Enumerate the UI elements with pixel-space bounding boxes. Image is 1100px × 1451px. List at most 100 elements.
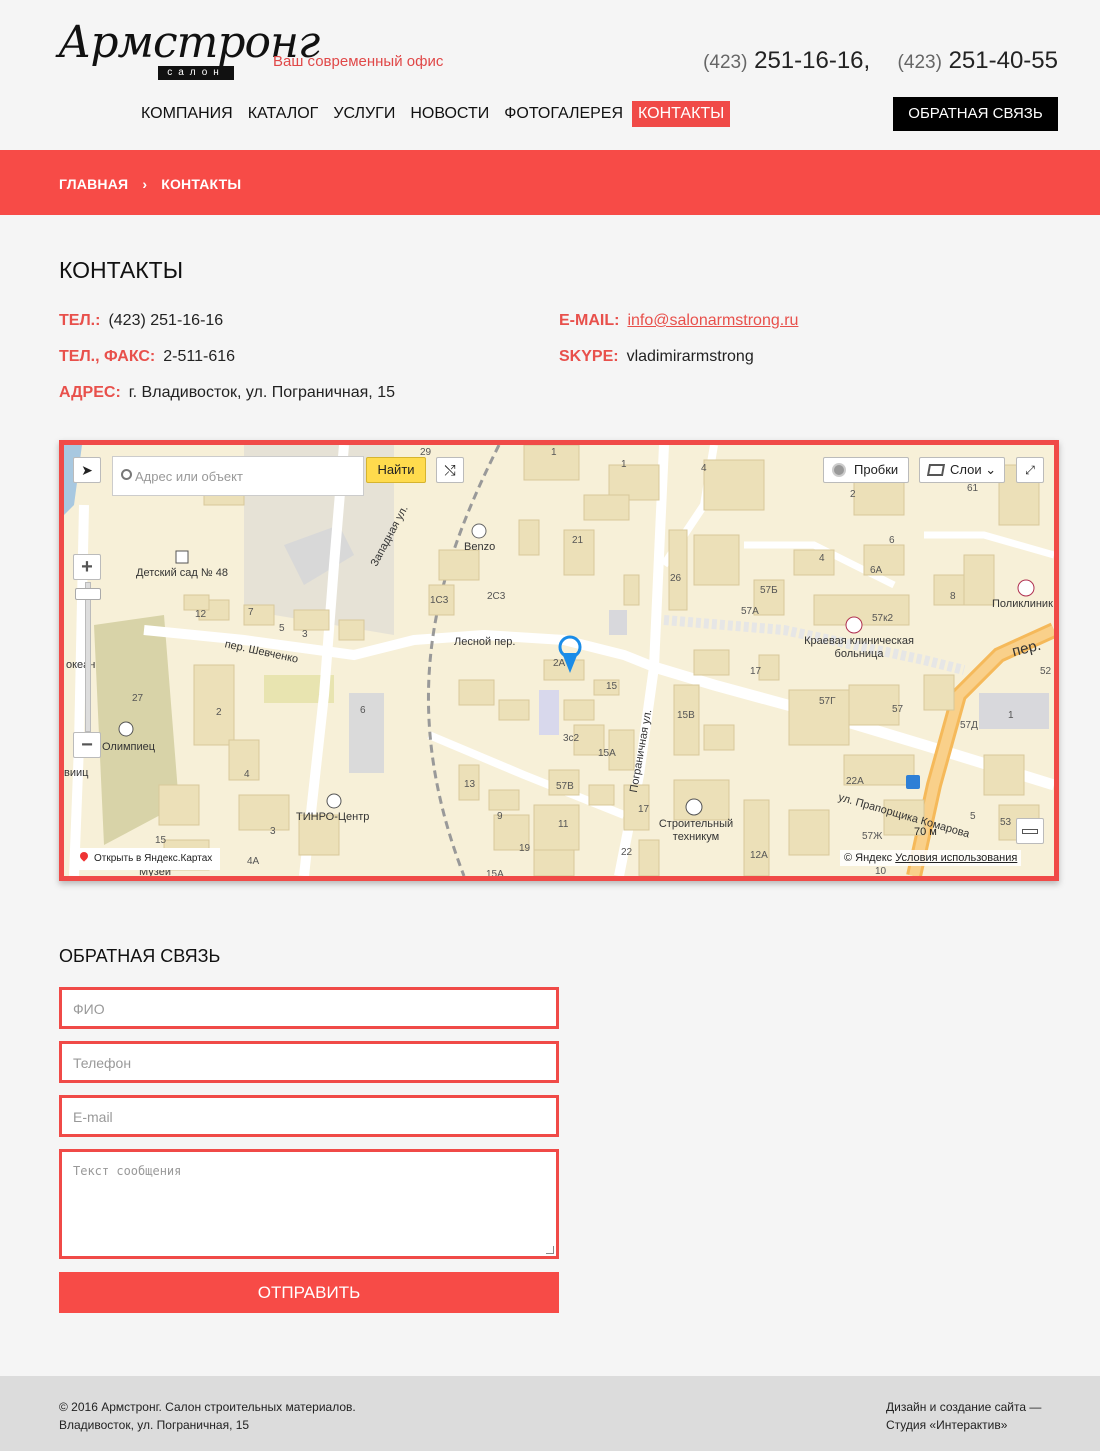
building-number: 6 [360,705,366,716]
breadcrumb-home[interactable]: ГЛАВНАЯ [59,176,128,192]
ruler-icon [1022,829,1038,834]
map-label-hospital: Краевая клиническая больница [804,635,914,660]
building-number: 22A [846,776,864,787]
map-search-input[interactable]: Адрес или объект [112,456,364,496]
bus-stop-icon[interactable] [906,775,920,789]
contact-email: E-mail: info@salonarmstrong.ru [559,312,798,330]
logo[interactable]: Армстронг салон [58,18,320,82]
message-placeholder: Текст сообщения [73,1164,182,1178]
logo-subtext: салон [158,66,234,80]
resize-handle-icon[interactable] [546,1246,554,1254]
address-value: г. Владивосток, ул. Пограничная, 15 [128,384,395,401]
route-button[interactable]: ⤭ [436,457,464,483]
open-in-yandex-label: Открыть в Яндекс.Картах [94,853,213,864]
email-placeholder: E-mail [73,1109,113,1125]
feedback-button[interactable]: Обратная связь [893,97,1058,131]
building-number: 10 [875,866,887,877]
ruler-button[interactable] [1016,818,1044,844]
email-link[interactable]: info@salonarmstrong.ru [627,312,798,329]
building-number: 3c2 [563,733,580,744]
traffic-button[interactable]: Пробки [823,457,909,483]
nav-item-services[interactable]: Услуги [327,101,401,127]
building-number: 12 [195,609,207,620]
fax-value: 2-511-616 [163,348,236,365]
building-number: 1 [621,459,627,470]
building-number: 1 [551,447,557,458]
breadcrumb-current: КОНТАКТЫ [161,176,242,192]
phone-numbers: (423) 251-16-16, (423) 251-40-55 [703,47,1058,75]
geolocation-button[interactable]: ➤ [73,457,101,483]
phone2-number: 251-40-55 [948,47,1058,74]
zoom-slider-handle[interactable] [75,588,101,600]
gas-station-icon[interactable] [471,523,487,539]
zoom-in-button[interactable]: + [73,554,101,580]
map-find-button[interactable]: Найти [366,457,426,483]
skype-value: vladimirarmstrong [626,348,754,365]
traffic-icon [832,463,846,477]
building-number: 57А [741,606,759,617]
terms-link[interactable]: Условия использования [895,852,1017,864]
phone1-code: (423) [703,52,748,73]
building-number: 57Б [760,585,778,596]
phone1-number: 251-16-16, [754,47,871,74]
traffic-label: Пробки [854,462,899,477]
layers-button[interactable]: Слои ⌄ [919,457,1005,483]
map-label-kindergarten: Детский сад № 48 [136,567,228,579]
plus-icon: + [81,556,93,578]
fax-label: Тел., факс: [59,348,156,365]
policlinic-icon[interactable] [1017,579,1035,597]
nav-item-company[interactable]: Компания [135,101,239,127]
name-placeholder: ФИО [73,1001,105,1017]
zoom-out-button[interactable]: − [73,732,101,758]
site-footer: © 2016 Армстронг. Салон строительных мат… [0,1376,1100,1451]
page-title: Контакты [59,257,184,283]
contact-skype: Skype: vladimirarmstrong [559,348,754,366]
building-number: 17 [638,804,650,815]
nav-item-news[interactable]: Новости [404,101,495,127]
map-scale: 70 м [914,826,937,838]
college-icon[interactable] [685,798,703,816]
slogan: Ваш современный офис [273,53,444,70]
building-number: 5 [279,623,285,634]
minus-icon: − [81,734,93,756]
footer-credits[interactable]: Дизайн и создание сайта — Студия «Интера… [886,1398,1041,1434]
hospital-icon[interactable] [845,616,863,634]
map-label-policlinic: Поликлиник [992,598,1053,610]
search-icon [121,469,132,480]
building-number: 53 [1000,817,1012,828]
yandex-map[interactable]: Детский сад № 48 Benzo Лесной пер. пер. … [59,440,1059,881]
kindergarten-icon[interactable] [175,550,189,564]
map-label-college: Строительный техникум [658,818,734,843]
building-number: 1 [1008,710,1014,721]
zoom-slider-track[interactable] [85,582,91,732]
fullscreen-button[interactable]: ⤢ [1016,457,1044,483]
open-in-yandex-link[interactable]: Открыть в Яндекс.Картах [72,848,221,870]
breadcrumb: ГЛАВНАЯ › КОНТАКТЫ [59,176,241,192]
site-header: Армстронг салон Ваш современный офис (42… [0,0,1100,150]
route-icon: ⤭ [444,462,456,478]
building-number: 8 [950,591,956,602]
message-textarea[interactable]: Текст сообщения [59,1149,559,1259]
building-number: 2C3 [487,591,506,602]
building-number: 13 [464,779,476,790]
building-number: 15A [598,748,616,759]
phone-field[interactable]: Телефон [59,1041,559,1083]
building-number: 15B [677,710,695,721]
stadium-icon[interactable] [118,721,134,737]
map-label-benzo: Benzo [464,541,496,553]
building-number: 12A [750,850,768,861]
building-number: 9 [497,811,503,822]
nav-item-contacts[interactable]: Контакты [632,101,731,127]
nav-item-catalog[interactable]: Каталог [242,101,325,127]
building-number: 52 [1040,666,1052,677]
email-label: E-mail: [559,312,620,329]
building-number: 15 [606,681,618,692]
science-center-icon[interactable] [326,793,342,809]
main-nav: Компания Каталог Услуги Новости Фотогале… [135,101,733,127]
phone-placeholder: Телефон [73,1055,132,1071]
submit-button[interactable]: Отправить [59,1272,559,1313]
name-field[interactable]: ФИО [59,987,559,1029]
arrow-icon: ➤ [81,462,93,478]
email-field[interactable]: E-mail [59,1095,559,1137]
nav-item-gallery[interactable]: Фотогалерея [498,101,629,127]
